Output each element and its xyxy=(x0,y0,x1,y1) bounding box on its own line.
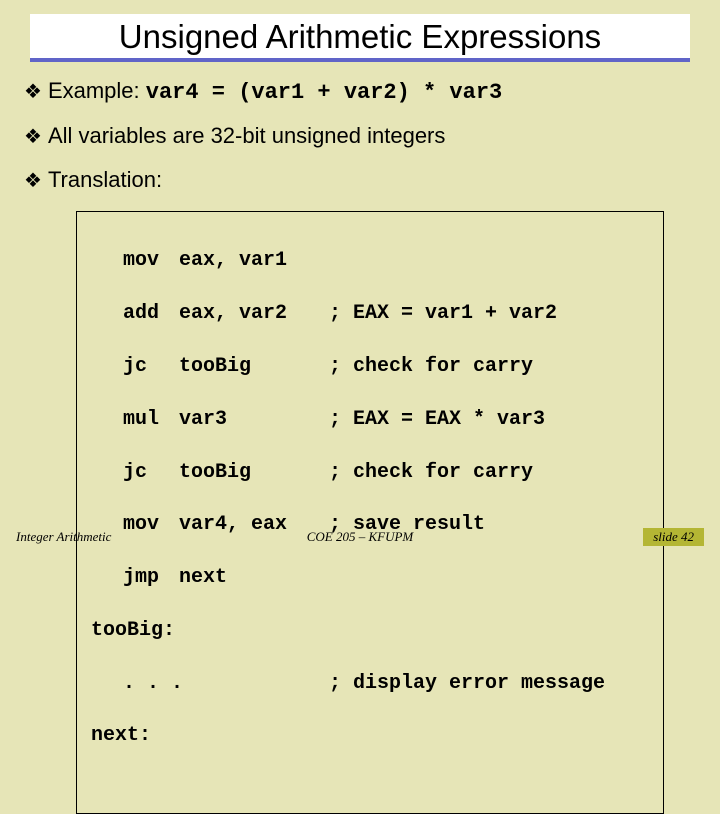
code-box: moveax, var1 addeax, var2; EAX = var1 + … xyxy=(76,211,664,814)
bullet-all-vars: ❖ All variables are 32-bit unsigned inte… xyxy=(24,123,690,149)
code-label-toobig: tooBig: xyxy=(91,618,649,644)
diamond-icon: ❖ xyxy=(24,82,42,102)
footer-center: COE 205 – KFUPM xyxy=(307,529,414,545)
diamond-icon: ❖ xyxy=(24,127,42,147)
code-line: addeax, var2; EAX = var1 + var2 xyxy=(91,301,649,327)
example-label: Example: xyxy=(48,78,140,103)
bullet-example: ❖ Example: var4 = (var1 + var2) * var3 xyxy=(24,78,690,105)
all-vars-text: All variables are 32-bit unsigned intege… xyxy=(48,123,445,149)
code-line: jmpnext xyxy=(91,565,649,591)
slide-title: Unsigned Arithmetic Expressions xyxy=(30,18,690,56)
footer: Integer Arithmetic COE 205 – KFUPM slide… xyxy=(0,528,720,546)
code-label-next: next: xyxy=(91,723,649,749)
code-line: mulvar3; EAX = EAX * var3 xyxy=(91,407,649,433)
translation-label: Translation: xyxy=(48,167,162,193)
diamond-icon: ❖ xyxy=(24,171,42,191)
bullet-translation: ❖ Translation: xyxy=(24,167,690,193)
title-bar: Unsigned Arithmetic Expressions xyxy=(30,14,690,62)
code-line: jctooBig; check for carry xyxy=(91,354,649,380)
slide-content: ❖ Example: var4 = (var1 + var2) * var3 ❖… xyxy=(0,62,720,814)
code-line: jctooBig; check for carry xyxy=(91,460,649,486)
footer-left: Integer Arithmetic xyxy=(16,529,111,545)
code-ellipsis: . . .; display error message xyxy=(91,671,649,697)
code-line: moveax, var1 xyxy=(91,248,649,274)
example-code: var4 = (var1 + var2) * var3 xyxy=(146,80,502,105)
slide-number-badge: slide 42 xyxy=(643,528,704,546)
